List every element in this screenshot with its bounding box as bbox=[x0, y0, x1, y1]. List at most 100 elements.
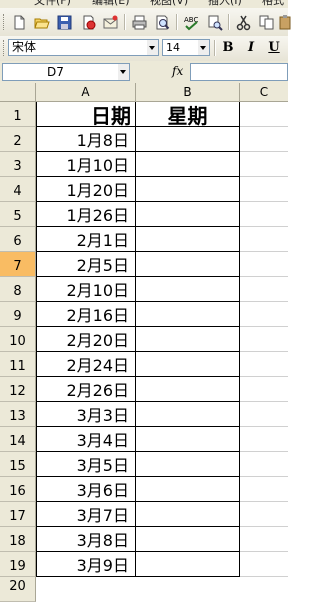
menu-format[interactable]: 格式 bbox=[262, 0, 284, 8]
cell-b[interactable] bbox=[136, 502, 240, 527]
row-header[interactable]: 17 bbox=[0, 502, 36, 527]
bold-button[interactable]: B bbox=[219, 39, 237, 57]
cell-a[interactable]: 1月10日 bbox=[36, 152, 136, 177]
cell-a[interactable]: 3月9日 bbox=[36, 552, 136, 577]
underline-button[interactable]: U bbox=[265, 39, 283, 57]
cell-a[interactable]: 1月26日 bbox=[36, 202, 136, 227]
row-header[interactable]: 8 bbox=[0, 277, 36, 302]
cell-b[interactable] bbox=[136, 277, 240, 302]
row-header[interactable]: 4 bbox=[0, 177, 36, 202]
row-header[interactable]: 15 bbox=[0, 452, 36, 477]
cell-c[interactable] bbox=[240, 502, 288, 527]
cell-c[interactable] bbox=[240, 202, 288, 227]
row-header[interactable]: 9 bbox=[0, 302, 36, 327]
paste-icon[interactable] bbox=[278, 13, 297, 32]
menu-file[interactable]: 文件(F) bbox=[34, 0, 71, 8]
cell-b[interactable] bbox=[136, 252, 240, 277]
row-header[interactable]: 16 bbox=[0, 477, 36, 502]
cell-b[interactable] bbox=[136, 377, 240, 402]
copy-icon[interactable] bbox=[257, 13, 276, 32]
cell-c[interactable] bbox=[240, 152, 288, 177]
cell-b[interactable] bbox=[136, 552, 240, 577]
open-folder-icon[interactable] bbox=[32, 13, 51, 32]
insert-function-icon[interactable]: fx bbox=[172, 64, 183, 78]
cell-b[interactable] bbox=[136, 402, 240, 427]
italic-button[interactable]: I bbox=[242, 39, 260, 57]
chevron-down-icon[interactable] bbox=[198, 40, 209, 55]
cell-a[interactable]: 1月20日 bbox=[36, 177, 136, 202]
cell-b[interactable] bbox=[136, 202, 240, 227]
cell-a[interactable]: 日期 bbox=[36, 102, 136, 127]
cell-a[interactable]: 3月4日 bbox=[36, 427, 136, 452]
cell-a[interactable]: 2月10日 bbox=[36, 277, 136, 302]
cell-a[interactable]: 2月26日 bbox=[36, 377, 136, 402]
print-preview-icon[interactable] bbox=[153, 13, 172, 32]
cell-c[interactable] bbox=[240, 327, 288, 352]
cut-icon[interactable] bbox=[234, 13, 253, 32]
email-icon[interactable] bbox=[101, 13, 120, 32]
cell-c[interactable] bbox=[240, 252, 288, 277]
font-size-select[interactable]: 14 bbox=[162, 39, 210, 56]
select-all-corner[interactable] bbox=[0, 83, 36, 102]
toolbar-grip[interactable] bbox=[3, 14, 7, 30]
cell-c[interactable] bbox=[240, 227, 288, 252]
column-header-c[interactable]: C bbox=[240, 83, 288, 102]
cell-c[interactable] bbox=[240, 452, 288, 477]
row-header[interactable]: 14 bbox=[0, 427, 36, 452]
row-header[interactable]: 7 bbox=[0, 252, 36, 277]
new-icon[interactable] bbox=[10, 13, 29, 32]
cell-b[interactable] bbox=[136, 352, 240, 377]
research-icon[interactable] bbox=[205, 13, 224, 32]
cell-c[interactable] bbox=[240, 552, 288, 577]
cell-c[interactable] bbox=[240, 277, 288, 302]
cell-c[interactable] bbox=[240, 427, 288, 452]
cell-b[interactable] bbox=[136, 227, 240, 252]
cell-b[interactable] bbox=[136, 452, 240, 477]
cell-b[interactable] bbox=[136, 152, 240, 177]
row-header[interactable]: 2 bbox=[0, 127, 36, 152]
cell-b[interactable] bbox=[136, 302, 240, 327]
cell-b[interactable] bbox=[136, 477, 240, 502]
save-icon[interactable] bbox=[55, 13, 74, 32]
cell-a[interactable]: 3月3日 bbox=[36, 402, 136, 427]
font-name-select[interactable]: 宋体 bbox=[8, 39, 159, 56]
cell-a[interactable]: 2月24日 bbox=[36, 352, 136, 377]
row-header[interactable]: 20 bbox=[0, 577, 36, 602]
cell-a[interactable]: 2月20日 bbox=[36, 327, 136, 352]
column-header-a[interactable]: A bbox=[36, 83, 136, 102]
column-header-b[interactable]: B bbox=[136, 83, 240, 102]
cell-b[interactable]: 星期 bbox=[136, 102, 240, 127]
print-icon[interactable] bbox=[130, 13, 149, 32]
cell-a[interactable]: 3月6日 bbox=[36, 477, 136, 502]
cell-b[interactable] bbox=[136, 327, 240, 352]
cell-c[interactable] bbox=[240, 102, 288, 127]
row-header[interactable]: 5 bbox=[0, 202, 36, 227]
cell-b[interactable] bbox=[136, 427, 240, 452]
formula-input[interactable] bbox=[190, 63, 288, 81]
row-header[interactable]: 19 bbox=[0, 552, 36, 577]
chevron-down-icon[interactable] bbox=[147, 40, 158, 55]
toolbar-grip[interactable] bbox=[3, 40, 7, 56]
menu-edit[interactable]: 编辑(E) bbox=[92, 0, 130, 8]
permission-icon[interactable] bbox=[79, 13, 98, 32]
cell-c[interactable] bbox=[240, 527, 288, 552]
row-header[interactable]: 1 bbox=[0, 102, 36, 127]
chevron-down-icon[interactable] bbox=[118, 64, 129, 80]
cell-a[interactable]: 2月1日 bbox=[36, 227, 136, 252]
row-header[interactable]: 3 bbox=[0, 152, 36, 177]
cell-c[interactable] bbox=[240, 302, 288, 327]
menu-insert[interactable]: 插入(I) bbox=[208, 0, 242, 8]
cell-a[interactable]: 2月5日 bbox=[36, 252, 136, 277]
cell-c[interactable] bbox=[240, 177, 288, 202]
row-header[interactable]: 11 bbox=[0, 352, 36, 377]
cell-a[interactable]: 1月8日 bbox=[36, 127, 136, 152]
cell-b[interactable] bbox=[136, 127, 240, 152]
spelling-check-icon[interactable]: ABC bbox=[182, 13, 201, 32]
cell-a[interactable]: 3月5日 bbox=[36, 452, 136, 477]
cell-c[interactable] bbox=[240, 127, 288, 152]
cell-c[interactable] bbox=[240, 377, 288, 402]
cell-a[interactable]: 3月7日 bbox=[36, 502, 136, 527]
row-header[interactable]: 6 bbox=[0, 227, 36, 252]
row-header[interactable]: 10 bbox=[0, 327, 36, 352]
cell-b[interactable] bbox=[136, 527, 240, 552]
